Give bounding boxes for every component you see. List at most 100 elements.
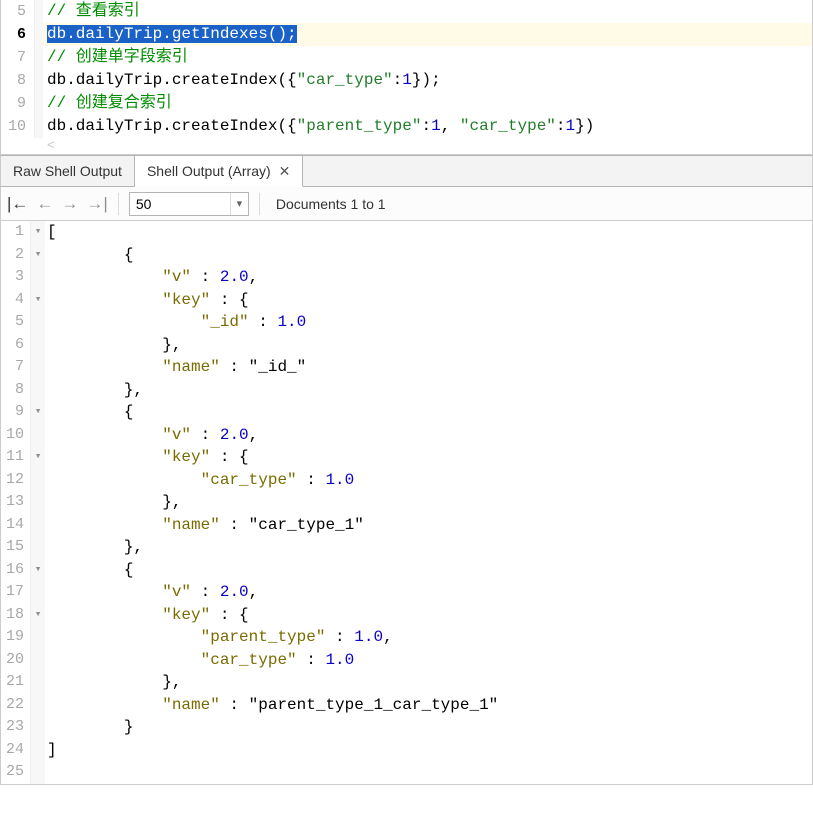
fold-icon <box>31 716 45 739</box>
horizontal-scroll-indicator: < <box>1 138 812 154</box>
line-number: 12 <box>1 469 31 492</box>
fold-icon[interactable]: ▾ <box>31 289 45 312</box>
nav-last-icon[interactable]: →| <box>86 194 107 214</box>
line-number: 16 <box>1 559 31 582</box>
editor-line-active[interactable]: 6 db.dailyTrip.getIndexes(); <box>1 23 812 46</box>
nav-prev-icon[interactable]: ← <box>36 194 53 214</box>
line-number: 5 <box>1 311 31 334</box>
selection: db.dailyTrip.getIndexes(); <box>47 25 297 43</box>
fold-icon <box>31 311 45 334</box>
fold-icon[interactable]: ▾ <box>31 559 45 582</box>
output-line[interactable]: 12 "car_type" : 1.0 <box>1 469 812 492</box>
gutter <box>35 0 43 23</box>
tab-label: Shell Output (Array) <box>147 163 271 179</box>
line-number: 23 <box>1 716 31 739</box>
json-text: "key" : { <box>45 446 812 469</box>
line-number: 15 <box>1 536 31 559</box>
output-tabs: Raw Shell Output Shell Output (Array) ✕ <box>0 155 813 187</box>
json-output-viewer[interactable]: 1▾[2▾ {3 "v" : 2.0,4▾ "key" : {5 "_id" :… <box>0 221 813 785</box>
output-line[interactable]: 20 "car_type" : 1.0 <box>1 649 812 672</box>
output-line[interactable]: 4▾ "key" : { <box>1 289 812 312</box>
output-line[interactable]: 9▾ { <box>1 401 812 424</box>
output-line[interactable]: 19 "parent_type" : 1.0, <box>1 626 812 649</box>
fold-icon <box>31 649 45 672</box>
chevron-down-icon[interactable]: ▾ <box>230 193 248 215</box>
output-line[interactable]: 7 "name" : "_id_" <box>1 356 812 379</box>
editor-line[interactable]: 5 // 查看索引 <box>1 0 812 23</box>
output-line[interactable]: 11▾ "key" : { <box>1 446 812 469</box>
json-text: "v" : 2.0, <box>45 424 812 447</box>
json-text: { <box>45 401 812 424</box>
tab-label: Raw Shell Output <box>13 163 122 179</box>
fold-icon[interactable]: ▾ <box>31 604 45 627</box>
output-line[interactable]: 13 }, <box>1 491 812 514</box>
line-number: 3 <box>1 266 31 289</box>
json-text: }, <box>45 334 812 357</box>
output-toolbar: |← ← → →| ▾ Documents 1 to 1 <box>0 187 813 221</box>
editor-line[interactable]: 8 db.dailyTrip.createIndex({"car_type":1… <box>1 69 812 92</box>
line-number: 10 <box>1 115 35 138</box>
output-line[interactable]: 18▾ "key" : { <box>1 604 812 627</box>
code-text: db.dailyTrip.createIndex({"parent_type":… <box>43 115 812 138</box>
fold-icon <box>31 491 45 514</box>
output-line[interactable]: 24] <box>1 739 812 762</box>
output-line[interactable]: 16▾ { <box>1 559 812 582</box>
page-size-combo[interactable]: ▾ <box>129 192 249 216</box>
fold-icon <box>31 334 45 357</box>
fold-icon[interactable]: ▾ <box>31 401 45 424</box>
code-text: // 创建单字段索引 <box>43 46 812 69</box>
separator <box>118 193 119 215</box>
tab-shell-output-array[interactable]: Shell Output (Array) ✕ <box>135 156 303 187</box>
json-text: [ <box>45 221 812 244</box>
code-text: db.dailyTrip.getIndexes(); <box>43 23 812 46</box>
output-line[interactable]: 17 "v" : 2.0, <box>1 581 812 604</box>
fold-icon <box>31 469 45 492</box>
line-number: 20 <box>1 649 31 672</box>
gutter <box>35 46 43 69</box>
fold-icon[interactable]: ▾ <box>31 244 45 267</box>
output-line[interactable]: 14 "name" : "car_type_1" <box>1 514 812 537</box>
script-editor[interactable]: 5 // 查看索引 6 db.dailyTrip.getIndexes(); 7… <box>0 0 813 155</box>
nav-next-icon[interactable]: → <box>61 194 78 214</box>
output-line[interactable]: 8 }, <box>1 379 812 402</box>
line-number: 2 <box>1 244 31 267</box>
output-line[interactable]: 5 "_id" : 1.0 <box>1 311 812 334</box>
line-number: 25 <box>1 761 31 784</box>
close-icon[interactable]: ✕ <box>279 163 291 180</box>
code-text: // 查看索引 <box>43 0 812 23</box>
gutter <box>35 115 43 138</box>
json-text: "parent_type" : 1.0, <box>45 626 812 649</box>
output-line[interactable]: 2▾ { <box>1 244 812 267</box>
output-line[interactable]: 15 }, <box>1 536 812 559</box>
json-text: "key" : { <box>45 604 812 627</box>
nav-first-icon[interactable]: |← <box>7 194 28 214</box>
fold-icon[interactable]: ▾ <box>31 221 45 244</box>
tab-raw-shell-output[interactable]: Raw Shell Output <box>1 156 135 186</box>
line-number: 11 <box>1 446 31 469</box>
output-line[interactable]: 1▾[ <box>1 221 812 244</box>
output-line[interactable]: 3 "v" : 2.0, <box>1 266 812 289</box>
output-line[interactable]: 10 "v" : 2.0, <box>1 424 812 447</box>
line-number: 13 <box>1 491 31 514</box>
line-number: 6 <box>1 334 31 357</box>
editor-line[interactable]: 9 // 创建复合索引 <box>1 92 812 115</box>
code-text: // 创建复合索引 <box>43 92 812 115</box>
json-text: { <box>45 559 812 582</box>
output-line[interactable]: 21 }, <box>1 671 812 694</box>
line-number: 7 <box>1 356 31 379</box>
fold-icon[interactable]: ▾ <box>31 446 45 469</box>
line-number: 10 <box>1 424 31 447</box>
gutter <box>35 69 43 92</box>
json-text: "car_type" : 1.0 <box>45 469 812 492</box>
output-line[interactable]: 25 <box>1 761 812 784</box>
navigation-buttons: |← ← → →| <box>7 194 108 214</box>
output-line[interactable]: 23 } <box>1 716 812 739</box>
page-size-input[interactable] <box>130 196 230 212</box>
line-number: 8 <box>1 69 35 92</box>
line-number: 4 <box>1 289 31 312</box>
output-line[interactable]: 22 "name" : "parent_type_1_car_type_1" <box>1 694 812 717</box>
editor-line[interactable]: 10 db.dailyTrip.createIndex({"parent_typ… <box>1 115 812 138</box>
line-number: 1 <box>1 221 31 244</box>
editor-line[interactable]: 7 // 创建单字段索引 <box>1 46 812 69</box>
output-line[interactable]: 6 }, <box>1 334 812 357</box>
